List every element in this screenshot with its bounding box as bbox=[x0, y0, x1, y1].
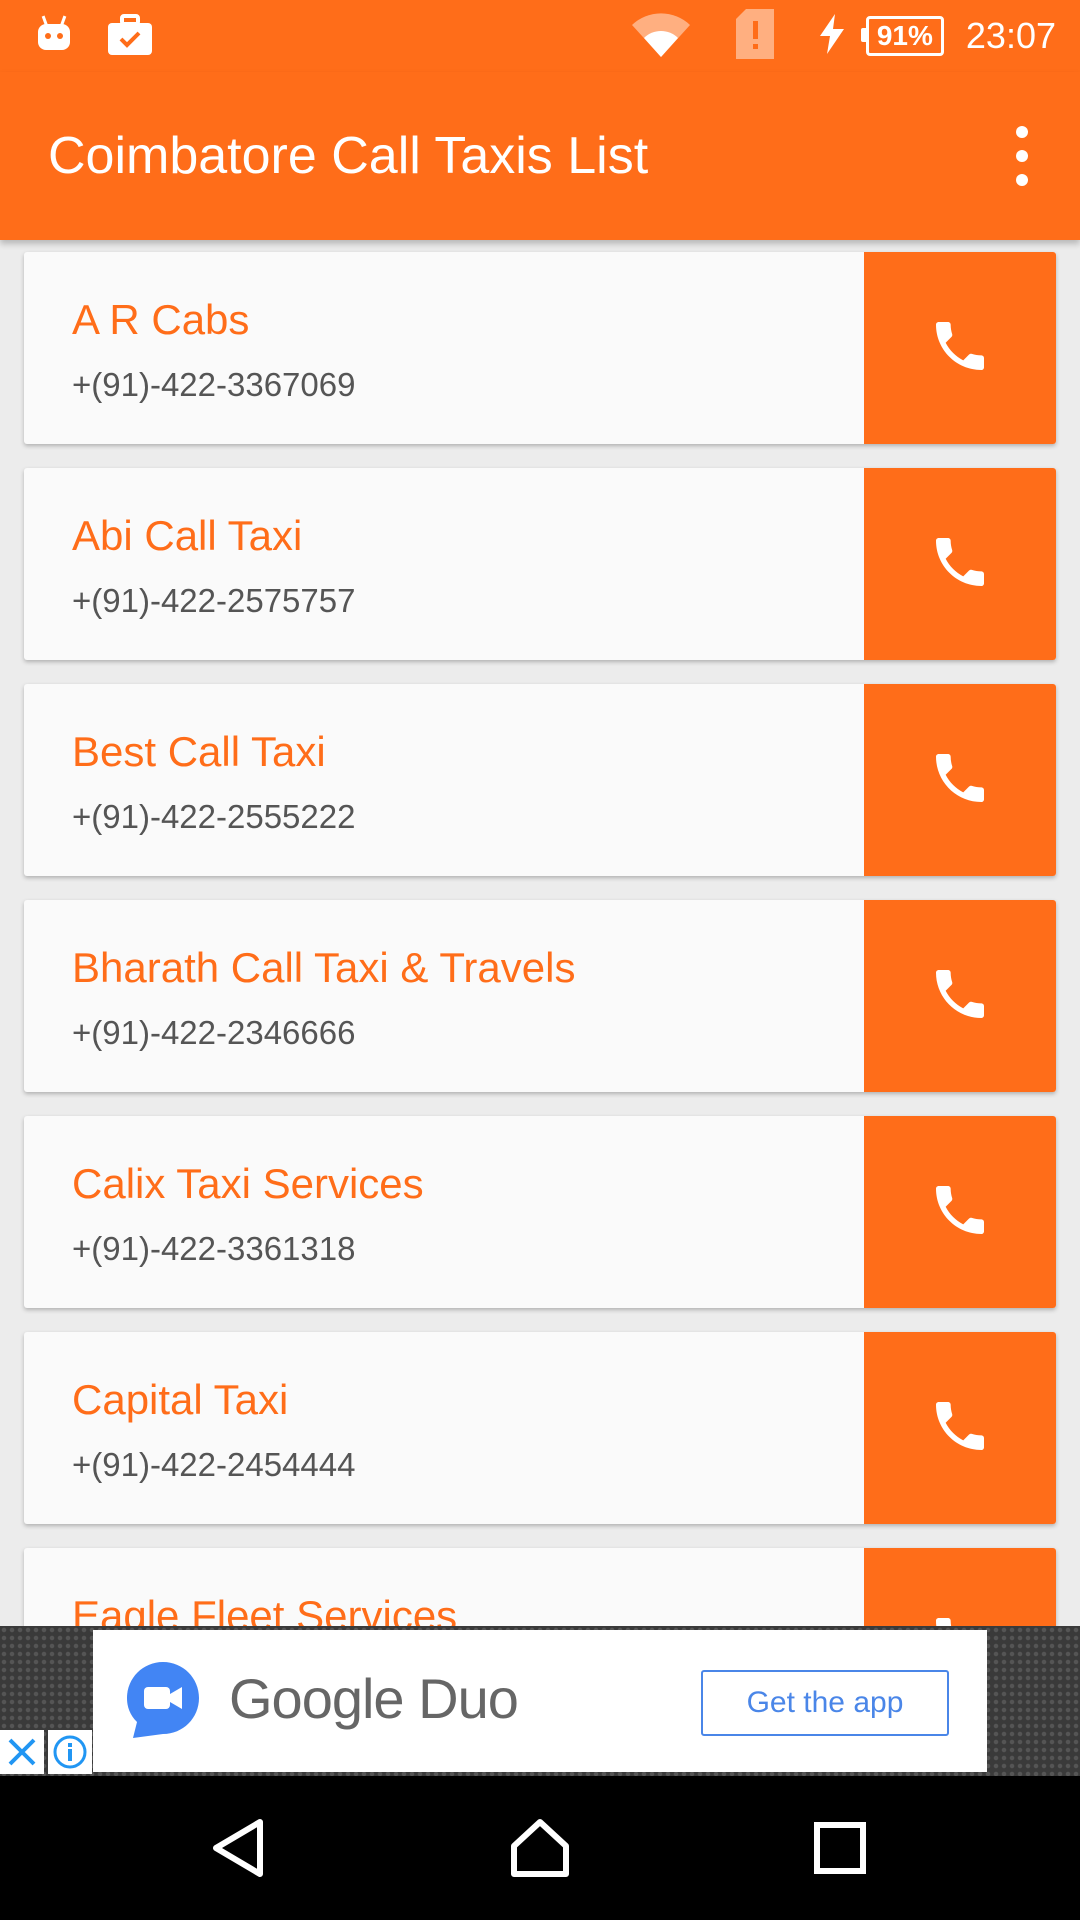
call-button[interactable] bbox=[864, 900, 1056, 1092]
back-icon[interactable] bbox=[204, 1812, 276, 1884]
taxi-phone: +(91)-422-2555222 bbox=[72, 798, 356, 835]
taxi-phone: +(91)-422-3361318 bbox=[72, 1230, 356, 1267]
more-vert-icon[interactable] bbox=[1000, 126, 1044, 186]
close-icon[interactable] bbox=[0, 1730, 44, 1774]
ad-title: Google Duo bbox=[229, 1667, 519, 1730]
clock: 23:07 bbox=[965, 15, 1056, 56]
call-button[interactable] bbox=[864, 1548, 1056, 1626]
taxi-phone: +(91)-422-3367069 bbox=[72, 366, 356, 403]
call-button[interactable] bbox=[864, 1116, 1056, 1308]
briefcase-check-icon bbox=[108, 14, 152, 61]
ad-card[interactable]: Google Duo Get the app bbox=[93, 1630, 987, 1772]
taxi-phone: +(91)-422-2454444 bbox=[72, 1446, 356, 1483]
taxi-name: Bharath Call Taxi & Travels bbox=[72, 944, 576, 991]
status-right-icons: 91% 23:07 bbox=[631, 0, 1056, 72]
google-duo-logo-icon bbox=[127, 1662, 199, 1743]
list-item[interactable]: Calix Taxi Services +(91)-422-3361318 bbox=[24, 1116, 1056, 1308]
taxi-name: Best Call Taxi bbox=[72, 728, 326, 775]
list-item[interactable]: Best Call Taxi +(91)-422-2555222 bbox=[24, 684, 1056, 876]
list-item[interactable]: Abi Call Taxi +(91)-422-2575757 bbox=[24, 468, 1056, 660]
call-button[interactable] bbox=[864, 1332, 1056, 1524]
status-left-icons bbox=[34, 14, 152, 61]
android-icon bbox=[34, 14, 74, 61]
taxi-name: Eagle Fleet Services bbox=[72, 1592, 458, 1626]
recents-icon[interactable] bbox=[804, 1812, 876, 1884]
home-icon[interactable] bbox=[504, 1812, 576, 1884]
app-bar: Coimbatore Call Taxis List bbox=[0, 72, 1080, 240]
phone-icon bbox=[928, 530, 992, 599]
sim-alert-icon bbox=[735, 8, 774, 64]
phone-icon bbox=[928, 314, 992, 383]
phone-icon bbox=[928, 746, 992, 815]
page-title: Coimbatore Call Taxis List bbox=[48, 127, 649, 185]
list-item[interactable]: A R Cabs +(91)-422-3367069 bbox=[24, 252, 1056, 444]
battery-level: 91% bbox=[860, 16, 944, 56]
taxi-name: Calix Taxi Services bbox=[72, 1160, 424, 1207]
taxi-list[interactable]: A R Cabs +(91)-422-3367069 Abi Call Taxi +(… bbox=[0, 240, 1080, 1626]
navigation-bar bbox=[0, 1776, 1080, 1920]
taxi-name: Abi Call Taxi bbox=[72, 512, 303, 559]
phone-icon bbox=[928, 1178, 992, 1247]
status-bar: 91% 23:07 bbox=[0, 0, 1080, 72]
call-button[interactable] bbox=[864, 468, 1056, 660]
info-icon[interactable] bbox=[48, 1730, 92, 1774]
list-item[interactable]: Capital Taxi +(91)-422-2454444 bbox=[24, 1332, 1056, 1524]
call-button[interactable] bbox=[864, 684, 1056, 876]
phone-icon bbox=[928, 1610, 992, 1626]
battery-indicator: 91% bbox=[860, 16, 944, 56]
ad-banner[interactable]: Google Duo Get the app bbox=[0, 1626, 1080, 1776]
taxi-phone: +(91)-422-2575757 bbox=[72, 582, 356, 619]
wifi-icon bbox=[631, 11, 690, 62]
taxi-name: A R Cabs bbox=[72, 296, 250, 343]
screen: 91% 23:07 Coimbatore Call Taxis List A R… bbox=[0, 0, 1080, 1920]
list-item[interactable]: Eagle Fleet Services bbox=[24, 1548, 1056, 1626]
phone-icon bbox=[928, 1394, 992, 1463]
list-item[interactable]: Bharath Call Taxi & Travels +(91)-422-234… bbox=[24, 900, 1056, 1092]
taxi-name: Capital Taxi bbox=[72, 1376, 289, 1423]
call-button[interactable] bbox=[864, 252, 1056, 444]
get-the-app-button[interactable]: Get the app bbox=[701, 1670, 949, 1736]
phone-icon bbox=[928, 962, 992, 1031]
charging-icon bbox=[819, 13, 844, 59]
taxi-phone: +(91)-422-2346666 bbox=[72, 1014, 356, 1051]
